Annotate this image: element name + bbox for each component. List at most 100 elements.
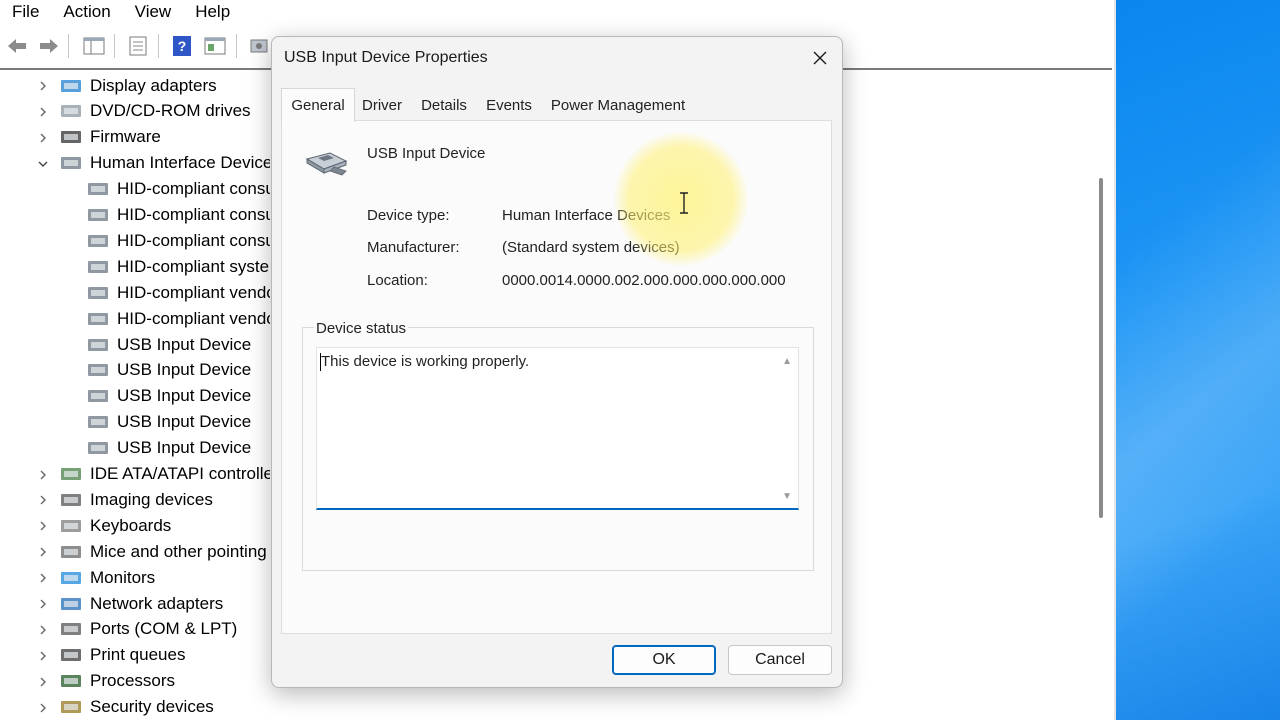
tree-item-label: Network adapters xyxy=(90,593,224,613)
tree-item-label: Keyboards xyxy=(90,515,172,535)
manufacturer-value: (Standard system devices) xyxy=(502,239,680,256)
hid-icon xyxy=(87,284,109,302)
tree-item[interactable]: Imaging devices xyxy=(60,487,270,512)
close-icon[interactable] xyxy=(804,46,836,70)
tree-item[interactable]: USB Input Device xyxy=(87,436,270,461)
hid-icon xyxy=(87,206,109,224)
tree-item-label: USB Input Device xyxy=(117,412,252,432)
scroll-down-icon[interactable]: ▼ xyxy=(782,491,792,502)
tab-events[interactable]: Events xyxy=(477,91,541,121)
chevron-right-icon[interactable] xyxy=(36,623,50,637)
chevron-right-icon[interactable] xyxy=(36,105,50,119)
tree-item-label: Display adapters xyxy=(90,75,217,95)
tree-item[interactable]: Mice and other pointing devices xyxy=(60,539,270,564)
display-adapter-icon xyxy=(60,77,82,95)
keyboard-icon xyxy=(60,517,82,535)
dialog-title: USB Input Device Properties xyxy=(284,49,488,66)
port-icon xyxy=(60,620,82,638)
chevron-right-icon[interactable] xyxy=(36,131,50,145)
menu-action[interactable]: Action xyxy=(51,0,122,24)
desktop-wallpaper xyxy=(1116,0,1280,720)
chevron-right-icon[interactable] xyxy=(36,571,50,585)
menu-view[interactable]: View xyxy=(123,0,184,24)
tree-item-label: Imaging devices xyxy=(90,489,213,509)
toolbar-separator xyxy=(158,34,159,58)
hid-icon xyxy=(87,439,109,457)
arrow-right-icon[interactable] xyxy=(37,34,61,58)
tree-item-label: Security devices xyxy=(90,697,214,717)
tree-item-label: Mice and other pointing devices xyxy=(90,541,270,561)
tree-item[interactable]: USB Input Device xyxy=(87,332,270,357)
tree-item[interactable]: Ports (COM & LPT) xyxy=(60,617,270,642)
tree-item-label: HID-compliant consumer control device xyxy=(117,230,270,250)
tree-item[interactable]: HID-compliant consumer control device xyxy=(87,177,270,202)
chevron-right-icon[interactable] xyxy=(36,493,50,507)
arrow-left-icon[interactable] xyxy=(5,34,29,58)
hid-icon xyxy=(87,413,109,431)
tree-item[interactable]: Processors xyxy=(60,669,270,694)
tab-general[interactable]: General xyxy=(281,88,355,122)
tree-item[interactable]: IDE ATA/ATAPI controllers xyxy=(60,462,270,487)
tree-scrollbar-thumb[interactable] xyxy=(1099,178,1103,518)
cancel-button[interactable]: Cancel xyxy=(728,645,832,675)
tree-item-label: Human Interface Devices xyxy=(90,153,270,173)
properties-icon[interactable] xyxy=(126,34,150,58)
show-hide-console-tree-icon[interactable] xyxy=(82,34,106,58)
scan-hardware-icon[interactable] xyxy=(248,34,272,58)
scroll-up-icon[interactable]: ▲ xyxy=(782,356,792,367)
tree-item[interactable]: Human Interface Devices xyxy=(60,151,270,176)
manufacturer-label: Manufacturer: xyxy=(367,239,460,256)
chevron-right-icon[interactable] xyxy=(36,675,50,689)
chevron-right-icon[interactable] xyxy=(36,649,50,663)
tab-details[interactable]: Details xyxy=(413,91,475,121)
monitor-icon xyxy=(60,569,82,587)
tree-item[interactable]: Monitors xyxy=(60,565,270,590)
device-status-textbox[interactable]: This device is working properly. ▲ ▼ xyxy=(316,347,799,510)
toolbar-separator xyxy=(236,34,237,58)
chevron-down-icon[interactable] xyxy=(36,157,50,171)
tree-item-label: IDE ATA/ATAPI controllers xyxy=(90,464,270,483)
tree-item[interactable]: HID-compliant vendor-defined device xyxy=(87,306,270,331)
tree-item[interactable]: Display adapters xyxy=(60,73,270,98)
menu-help[interactable]: Help xyxy=(183,0,242,24)
help-icon[interactable]: ? xyxy=(170,34,194,58)
dvd-drive-icon xyxy=(60,102,82,120)
tree-item[interactable]: HID-compliant vendor-defined device xyxy=(87,280,270,305)
tree-item-label: HID-compliant consumer control device xyxy=(117,179,270,199)
chevron-right-icon[interactable] xyxy=(36,79,50,93)
chevron-right-icon[interactable] xyxy=(36,597,50,611)
tree-item[interactable]: HID-compliant system controller xyxy=(87,254,270,279)
view-icon[interactable] xyxy=(203,34,227,58)
tab-power-management[interactable]: Power Management xyxy=(545,91,691,121)
tree-item[interactable]: DVD/CD-ROM drives xyxy=(60,99,270,124)
device-status-text: This device is working properly. xyxy=(321,353,530,370)
hid-icon xyxy=(87,258,109,276)
chevron-right-icon[interactable] xyxy=(36,468,50,482)
tree-item[interactable]: USB Input Device xyxy=(87,358,270,383)
tree-item[interactable]: Security devices xyxy=(60,695,270,720)
mouse-icon xyxy=(60,543,82,561)
tree-item[interactable]: Firmware xyxy=(60,125,270,150)
chevron-right-icon[interactable] xyxy=(36,519,50,533)
properties-dialog: USB Input Device Properties General Driv… xyxy=(271,36,843,688)
tree-item[interactable]: USB Input Device xyxy=(87,410,270,435)
tree-item[interactable]: USB Input Device xyxy=(87,384,270,409)
tree-item[interactable]: HID-compliant consumer control device xyxy=(87,203,270,228)
device-type-value: Human Interface Devices xyxy=(502,207,671,224)
tree-item[interactable]: Print queues xyxy=(60,643,270,668)
tab-driver[interactable]: Driver xyxy=(355,91,409,121)
tree-item[interactable]: HID-compliant consumer control device xyxy=(87,228,270,253)
svg-text:?: ? xyxy=(178,38,187,54)
hid-icon xyxy=(87,361,109,379)
ok-button[interactable]: OK xyxy=(612,645,716,675)
tree-item-label: HID-compliant vendor-defined device xyxy=(117,308,270,328)
menu-bar: File Action View Help xyxy=(0,0,1116,24)
tree-item[interactable]: Network adapters xyxy=(60,591,270,616)
chevron-right-icon[interactable] xyxy=(36,701,50,715)
tree-item-label: USB Input Device xyxy=(117,360,252,380)
menu-file[interactable]: File xyxy=(0,0,51,24)
tree-item-label: USB Input Device xyxy=(117,334,252,354)
tree-item[interactable]: Keyboards xyxy=(60,513,270,538)
chevron-right-icon[interactable] xyxy=(36,545,50,559)
security-device-icon xyxy=(60,698,82,716)
